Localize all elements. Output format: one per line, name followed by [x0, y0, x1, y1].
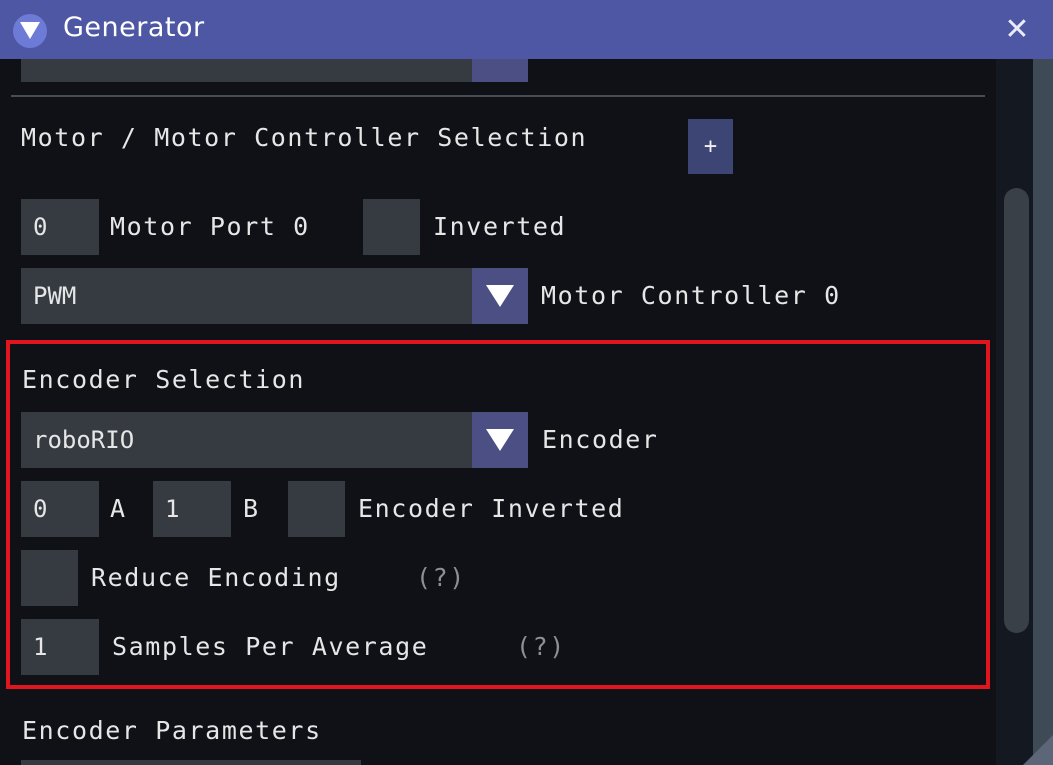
close-icon[interactable]: ✕ — [1003, 15, 1031, 45]
encoder-parameters-field-partial[interactable] — [21, 760, 361, 765]
analysis-type-value: General Mechanism — [33, 30, 279, 46]
encoder-selection-highlight — [6, 340, 990, 689]
add-motor-button[interactable]: + — [688, 119, 733, 174]
window-border — [1033, 59, 1053, 765]
analysis-type-combo[interactable]: General Mechanism — [21, 30, 472, 82]
resize-grip-icon[interactable] — [1023, 735, 1053, 765]
analysis-type-combo-arrow[interactable] — [472, 30, 528, 82]
motor-controller-label: Motor Controller 0 — [541, 281, 841, 310]
encoder-parameters-header: Encoder Parameters — [22, 716, 322, 745]
inverted-checkbox[interactable] — [363, 199, 420, 255]
motor-controller-combo-arrow[interactable] — [472, 268, 528, 324]
motor-section-header: Motor / Motor Controller Selection — [21, 123, 588, 152]
separator — [11, 95, 985, 97]
motor-controller-combo[interactable]: PWM — [21, 268, 472, 324]
motor-port-label: Motor Port 0 — [110, 212, 310, 241]
analysis-type-label: Analysis Type — [541, 30, 758, 49]
inverted-label: Inverted — [433, 212, 567, 241]
motor-port-input[interactable]: 0 — [21, 199, 99, 255]
scrollbar-thumb[interactable] — [1004, 188, 1029, 633]
generator-window: Generator ✕ General Mechanism Analysis T… — [0, 0, 1053, 765]
